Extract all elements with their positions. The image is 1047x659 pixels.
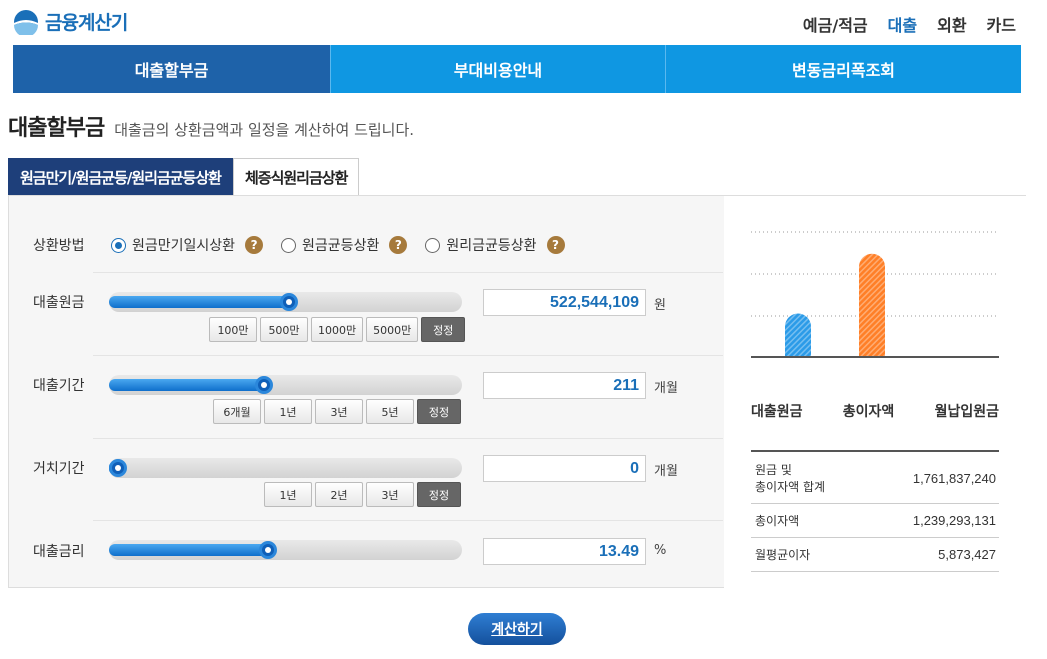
divider [93, 272, 723, 273]
grace-1year-button[interactable]: 1년 [264, 482, 312, 507]
radio-equal-installment[interactable]: 원리금균등상환 ? [425, 235, 565, 255]
chart-label-principal: 대출원금 [751, 404, 803, 420]
interest-rate-label: 대출금리 [33, 544, 85, 560]
slider-knob[interactable] [255, 376, 274, 394]
top-nav-loan[interactable]: 대출 [888, 12, 917, 36]
result-bar-chart [751, 231, 999, 358]
loan-period-buttons: 6개월 1년 3년 5년 정정 [213, 399, 461, 424]
repayment-method-options: 원금만기일시상환 ? 원금균등상환 ? 원리금균등상환 ? [111, 235, 583, 255]
loan-period-reset-button[interactable]: 정정 [417, 399, 461, 424]
summary-label-line: 총이자액 합계 [755, 480, 826, 494]
slider-knob[interactable] [280, 293, 299, 311]
loan-amount-buttons: 100만 500만 1000만 5000만 정정 [209, 317, 466, 342]
radio-label: 원리금균등상환 [446, 238, 537, 254]
radio-bullet-repayment[interactable]: 원금만기일시상환 ? [111, 235, 264, 255]
slider-fill [109, 379, 265, 391]
loan-period-input[interactable]: 211 [483, 372, 646, 399]
add-5m-button[interactable]: 500만 [260, 317, 308, 342]
summary-row-monthly-interest: 월평균이자 5,873,427 [751, 538, 999, 572]
chart-bar-total-interest [859, 253, 885, 357]
subtab-graduated-repayment[interactable]: 체증식원리금상환 [232, 158, 360, 195]
loan-amount-unit: 원 [654, 298, 666, 313]
sub-tabs: 원금만기/원금균등/원리금균등상환 체증식원리금상환 [8, 158, 360, 195]
summary-row-total-interest: 총이자액 1,239,293,131 [751, 504, 999, 538]
brand-name: 금융계산기 [45, 12, 128, 34]
summary-value: 1,239,293,131 [912, 513, 996, 528]
slider-fill [109, 296, 290, 308]
top-nav-deposit[interactable]: 예금/적금 [803, 12, 868, 36]
loan-period-unit: 개월 [654, 381, 678, 396]
page-title: 대출할부금 [8, 116, 105, 141]
divider [93, 355, 723, 356]
loan-period-slider[interactable] [109, 375, 462, 395]
add-50m-button[interactable]: 5000만 [366, 317, 419, 342]
help-icon[interactable]: ? [546, 236, 565, 254]
top-nav-exchange[interactable]: 외환 [937, 12, 966, 36]
chart-label-monthly-principal: 월납입원금 [934, 404, 999, 420]
loan-amount-reset-button[interactable]: 정정 [421, 317, 466, 342]
grace-3years-button[interactable]: 3년 [366, 482, 414, 507]
calculator-panel: 상환방법 원금만기일시상환 ? 원금균등상환 ? 원리금균등상환 ? 대출원금 … [8, 195, 1027, 589]
help-icon[interactable]: ? [245, 236, 264, 254]
interest-rate-unit: % [654, 543, 667, 558]
chart-category-labels: 대출원금 총이자액 월납입원금 [751, 401, 999, 421]
main-tabs: 대출할부금 부대비용안내 변동금리폭조회 [13, 45, 1021, 93]
chart-label-total-interest: 총이자액 [842, 404, 895, 420]
grace-period-slider[interactable] [109, 458, 462, 478]
slider-knob[interactable] [109, 459, 127, 477]
page-description: 대출금의 상환금액과 일정을 계산하여 드립니다. [114, 121, 415, 139]
interest-rate-slider[interactable] [109, 540, 462, 560]
radio-label: 원금만기일시상환 [132, 238, 236, 254]
repayment-method-label: 상환방법 [33, 238, 85, 254]
summary-label-line: 원금 및 [755, 463, 792, 477]
help-icon[interactable]: ? [389, 236, 408, 254]
add-5years-button[interactable]: 5년 [366, 399, 414, 424]
summary-value: 5,873,427 [938, 547, 996, 562]
add-10m-button[interactable]: 1000만 [311, 317, 364, 342]
radio-unchecked-icon [425, 237, 441, 253]
summary-table: 원금 및총이자액 합계 1,761,837,240 총이자액 1,239,293… [751, 450, 999, 572]
top-nav-card[interactable]: 카드 [987, 12, 1016, 36]
brand-logo[interactable]: 금융계산기 [13, 8, 128, 35]
summary-row-total: 원금 및총이자액 합계 1,761,837,240 [751, 452, 999, 504]
half-circle-logo-icon [14, 9, 38, 35]
top-nav: 예금/적금 대출 외환 카드 [803, 12, 1016, 36]
grace-period-buttons: 1년 2년 3년 정정 [264, 482, 461, 507]
calculate-button[interactable]: 계산하기 [468, 613, 566, 645]
grace-2years-button[interactable]: 2년 [315, 482, 363, 507]
grace-period-reset-button[interactable]: 정정 [417, 482, 461, 507]
interest-rate-input[interactable]: 13.49 [483, 538, 646, 565]
divider [93, 438, 723, 439]
subtab-standard-repayment[interactable]: 원금만기/원금균등/원리금균등상환 [8, 158, 233, 195]
loan-amount-label: 대출원금 [33, 295, 85, 311]
slider-knob[interactable] [258, 541, 277, 559]
grace-period-unit: 개월 [654, 464, 678, 479]
add-1year-button[interactable]: 1년 [264, 399, 312, 424]
summary-value: 1,761,837,240 [912, 470, 996, 486]
summary-label: 원금 및총이자액 합계 [755, 461, 825, 495]
loan-amount-slider[interactable] [109, 292, 462, 312]
page-header: 대출할부금 대출금의 상환금액과 일정을 계산하여 드립니다. [8, 110, 414, 142]
chart-bar-principal [785, 313, 811, 357]
slider-fill [109, 544, 268, 556]
radio-label: 원금균등상환 [302, 238, 380, 254]
summary-label: 월평균이자 [755, 548, 811, 562]
divider [93, 520, 723, 521]
tab-variable-rate[interactable]: 변동금리폭조회 [666, 45, 1021, 93]
radio-unchecked-icon [281, 237, 297, 253]
add-3years-button[interactable]: 3년 [315, 399, 363, 424]
radio-equal-principal[interactable]: 원금균등상환 ? [281, 235, 408, 255]
grace-period-input[interactable]: 0 [483, 455, 646, 482]
tab-loan-installment[interactable]: 대출할부금 [13, 45, 331, 93]
add-1m-button[interactable]: 100만 [209, 317, 257, 342]
tab-additional-costs[interactable]: 부대비용안내 [331, 45, 666, 93]
loan-period-label: 대출기간 [33, 378, 85, 394]
radio-checked-icon [111, 237, 126, 253]
grace-period-label: 거치기간 [33, 461, 85, 477]
summary-label: 총이자액 [755, 514, 800, 528]
add-6months-button[interactable]: 6개월 [213, 399, 261, 424]
loan-amount-input[interactable]: 522,544,109 [483, 289, 646, 316]
